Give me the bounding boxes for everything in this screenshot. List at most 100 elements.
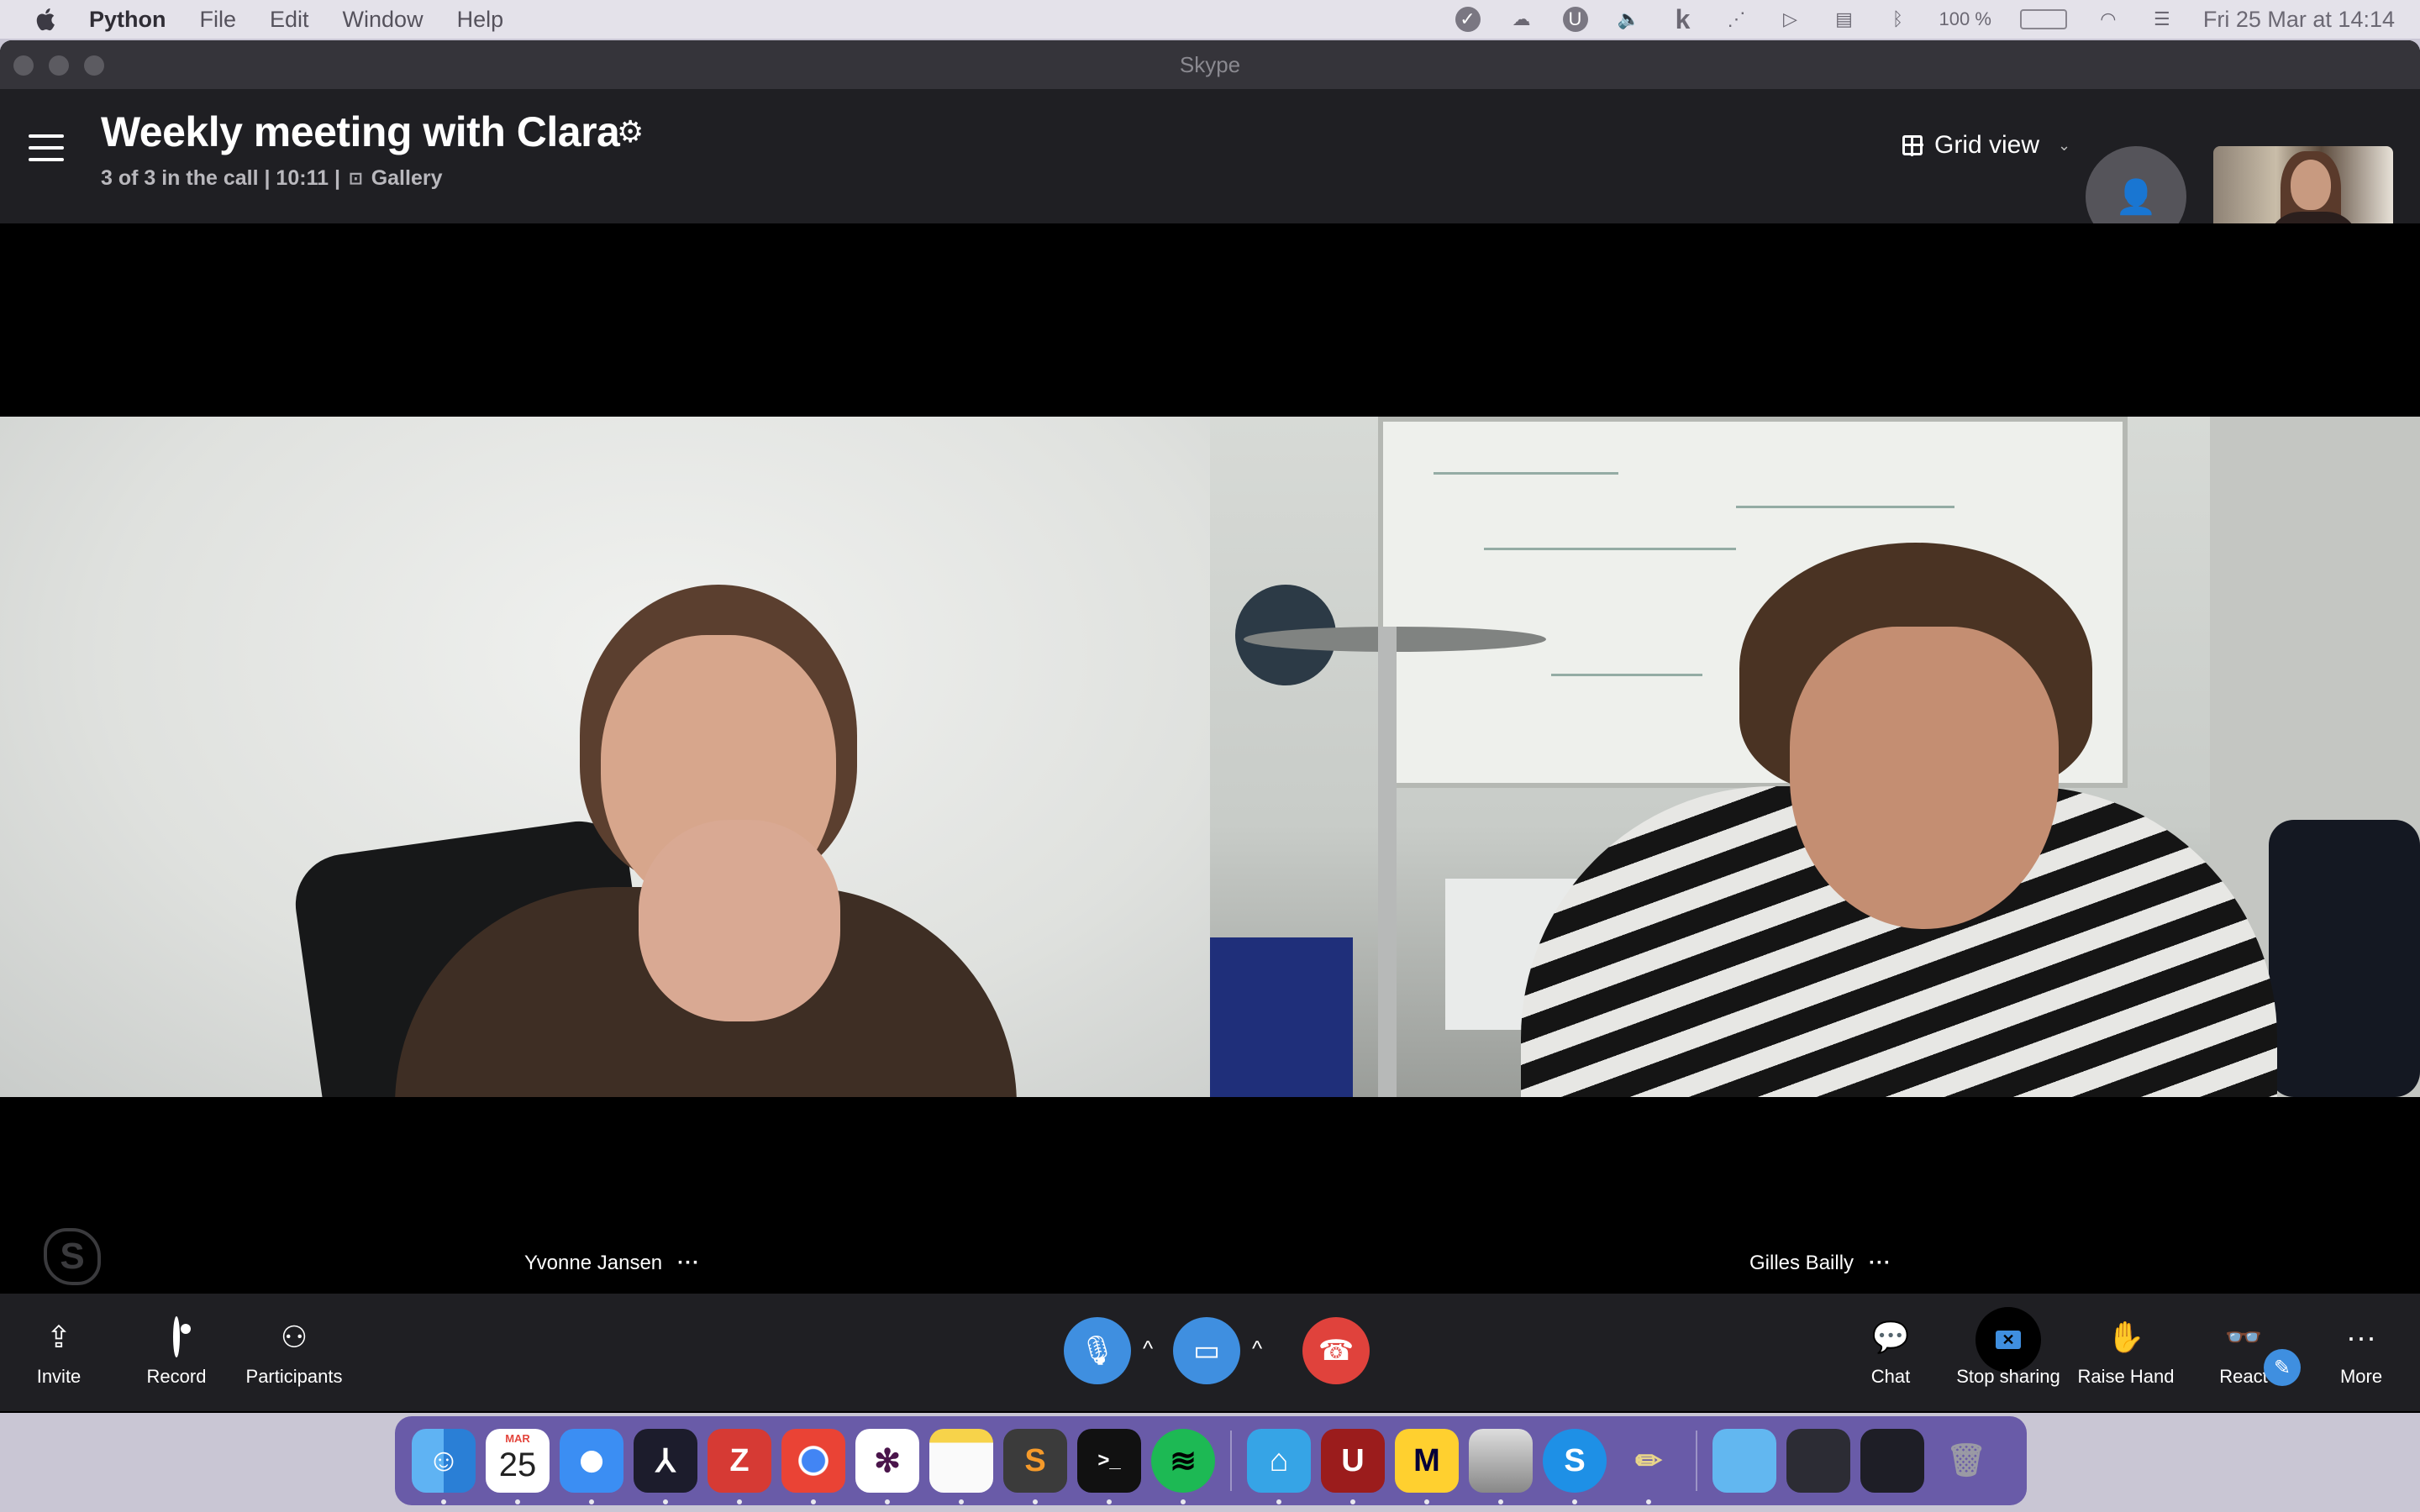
camera-options-caret-icon[interactable]: ^ xyxy=(1252,1336,1262,1362)
mic-options-caret-icon[interactable]: ^ xyxy=(1143,1336,1153,1362)
close-window-button[interactable] xyxy=(13,55,34,76)
camera-icon: ▭ xyxy=(1192,1335,1221,1367)
hand-icon: ✋ xyxy=(2107,1320,2145,1354)
menu-app-name[interactable]: Python xyxy=(89,7,166,33)
record-button[interactable]: Record xyxy=(118,1316,235,1388)
more-label: More xyxy=(2339,1366,2383,1387)
ublock-icon[interactable]: U xyxy=(1321,1429,1385,1504)
participants-label: Participants xyxy=(245,1366,343,1387)
database-icon[interactable] xyxy=(1469,1429,1533,1504)
raise-hand-button[interactable]: ✋ Raise Hand xyxy=(2067,1319,2185,1388)
dock: ☺ MAR 25 ⊘ ⅄ Z ✻ S >_ ≋ ⌂ U M S ✏ 🗑 xyxy=(395,1416,2027,1505)
notes-icon[interactable] xyxy=(929,1429,993,1504)
grid-view-selector[interactable]: Grid view ⌄ xyxy=(1902,131,2070,160)
chat-bubble-icon: 💬 xyxy=(1871,1320,1910,1354)
window-thumbnail-icon[interactable] xyxy=(1786,1429,1850,1493)
call-header: Weekly meeting with Clara ⚙ 3 of 3 in th… xyxy=(0,89,2420,247)
checkmark-status-icon[interactable]: ✓ xyxy=(1455,7,1481,32)
battery-percent: 100 % xyxy=(1939,8,1991,29)
window-title: Skype xyxy=(1179,51,1241,77)
control-center-icon[interactable]: ☰ xyxy=(2149,7,2175,32)
battery-icon[interactable] xyxy=(2019,9,2067,29)
folder-icon[interactable] xyxy=(1712,1429,1776,1493)
volume-icon[interactable]: 🔈 xyxy=(1617,7,1642,32)
hang-up-button[interactable]: ☎ xyxy=(1302,1317,1370,1384)
menu-help[interactable]: Help xyxy=(457,7,504,33)
pencil-app-icon[interactable]: ✏ xyxy=(1617,1429,1681,1504)
self-view-face xyxy=(2291,160,2331,210)
participants-button[interactable]: ⚇ Participants xyxy=(235,1319,353,1388)
calendar-month: MAR xyxy=(505,1432,530,1445)
skype-icon[interactable]: S xyxy=(1543,1429,1607,1504)
terminal-icon[interactable]: >_ xyxy=(1077,1429,1141,1504)
calendar-icon[interactable]: MAR 25 xyxy=(486,1429,550,1504)
u-status-icon[interactable]: U xyxy=(1562,7,1588,32)
stop-sharing-button[interactable]: ✕ Stop sharing xyxy=(1949,1307,2067,1388)
mute-button[interactable]: 🎙 xyxy=(1064,1317,1131,1384)
chat-button[interactable]: 💬 Chat xyxy=(1832,1319,1949,1388)
video-tile-gilles[interactable] xyxy=(1210,417,2420,1097)
chrome-icon[interactable] xyxy=(781,1429,845,1504)
gallery-icon: ⊡ xyxy=(348,170,363,188)
menubar-clock[interactable]: Fri 25 Mar at 14:14 xyxy=(2203,7,2395,33)
creative-cloud-icon[interactable]: ☁ xyxy=(1509,7,1534,32)
add-person-icon: 👤 xyxy=(2115,178,2157,216)
meeting-title: Weekly meeting with Clara xyxy=(101,108,620,155)
pencil-icon[interactable]: ✎ xyxy=(2264,1349,2301,1386)
participant-more-button[interactable]: ··· xyxy=(1869,1252,1891,1275)
menu-bar: Python File Edit Window Help ✓ ☁ U 🔈 k ⋰… xyxy=(0,0,2420,39)
video-toggle-button[interactable]: ▭ xyxy=(1173,1317,1240,1384)
wifi-icon[interactable]: ◠ xyxy=(2096,7,2121,32)
acrobat-icon[interactable]: ⅄ xyxy=(634,1429,697,1504)
gallery-label[interactable]: Gallery xyxy=(371,166,443,191)
menu-file[interactable]: File xyxy=(200,7,237,33)
video-tile-yvonne[interactable] xyxy=(0,417,1210,1097)
grid-view-label: Grid view xyxy=(1934,131,2040,159)
menu-icon[interactable] xyxy=(29,134,64,170)
slack-icon[interactable]: ✻ xyxy=(855,1429,919,1504)
sublime-text-icon[interactable]: S xyxy=(1003,1429,1067,1504)
play-status-icon[interactable]: ▷ xyxy=(1778,7,1803,32)
record-label: Record xyxy=(146,1366,207,1387)
settings-gear-icon[interactable]: ⚙ xyxy=(617,114,644,150)
call-controls: ⇪ Invite Record ⚇ Participants 🎙 ^ ▭ ^ ☎… xyxy=(0,1294,2420,1411)
zotero-icon[interactable]: Z xyxy=(708,1429,771,1504)
glasses-emoji-icon: 👓 xyxy=(2224,1320,2263,1354)
window-controls xyxy=(13,55,104,76)
participants-icon: ⚇ xyxy=(280,1320,308,1354)
video-stage: S Yvonne Jansen ··· Gilles Bailly ··· xyxy=(0,223,2420,1334)
finder-icon[interactable]: ☺ xyxy=(412,1429,476,1504)
window-thumbnail-icon[interactable] xyxy=(1860,1429,1924,1493)
apple-icon[interactable] xyxy=(32,5,60,34)
participant-more-button[interactable]: ··· xyxy=(677,1252,700,1275)
react-label: React xyxy=(2219,1366,2268,1387)
minimize-window-button[interactable] xyxy=(49,55,69,76)
zoom-window-button[interactable] xyxy=(84,55,104,76)
more-button[interactable]: ··· More xyxy=(2302,1319,2420,1388)
status-area: ✓ ☁ U 🔈 k ⋰ ▷ ▤ ᛒ 100 % ◠ ☰ Fri 25 Mar a… xyxy=(1455,0,2395,39)
dots-status-icon[interactable]: ⋰ xyxy=(1724,7,1749,32)
video-person-hand xyxy=(639,820,840,1021)
home-icon[interactable]: ⌂ xyxy=(1247,1429,1311,1504)
share-icon: ⇪ xyxy=(45,1320,72,1354)
record-icon xyxy=(173,1316,180,1357)
participant-name: Gilles Bailly xyxy=(1749,1252,1854,1274)
trash-icon[interactable]: 🗑 xyxy=(1934,1429,1998,1493)
grid-icon xyxy=(1902,135,1923,156)
chevron-down-icon: ⌄ xyxy=(2058,136,2071,154)
safari-icon[interactable]: ⊘ xyxy=(560,1429,623,1504)
miro-icon[interactable]: M xyxy=(1395,1429,1459,1504)
flag-icon[interactable]: ▤ xyxy=(1832,7,1857,32)
menu-edit[interactable]: Edit xyxy=(270,7,309,33)
stop-sharing-icon: ✕ xyxy=(1975,1307,2041,1373)
spotify-icon[interactable]: ≋ xyxy=(1151,1429,1215,1504)
chat-label: Chat xyxy=(1870,1366,1911,1387)
menu-window[interactable]: Window xyxy=(343,7,424,33)
k-status-icon[interactable]: k xyxy=(1670,4,1696,34)
bluetooth-icon[interactable]: ᛒ xyxy=(1886,7,1911,32)
video-table-pole xyxy=(1378,627,1397,1097)
dock-separator xyxy=(1696,1431,1697,1491)
invite-label: Invite xyxy=(36,1366,82,1387)
invite-button[interactable]: ⇪ Invite xyxy=(0,1319,118,1388)
raise-hand-label: Raise Hand xyxy=(2077,1366,2175,1387)
